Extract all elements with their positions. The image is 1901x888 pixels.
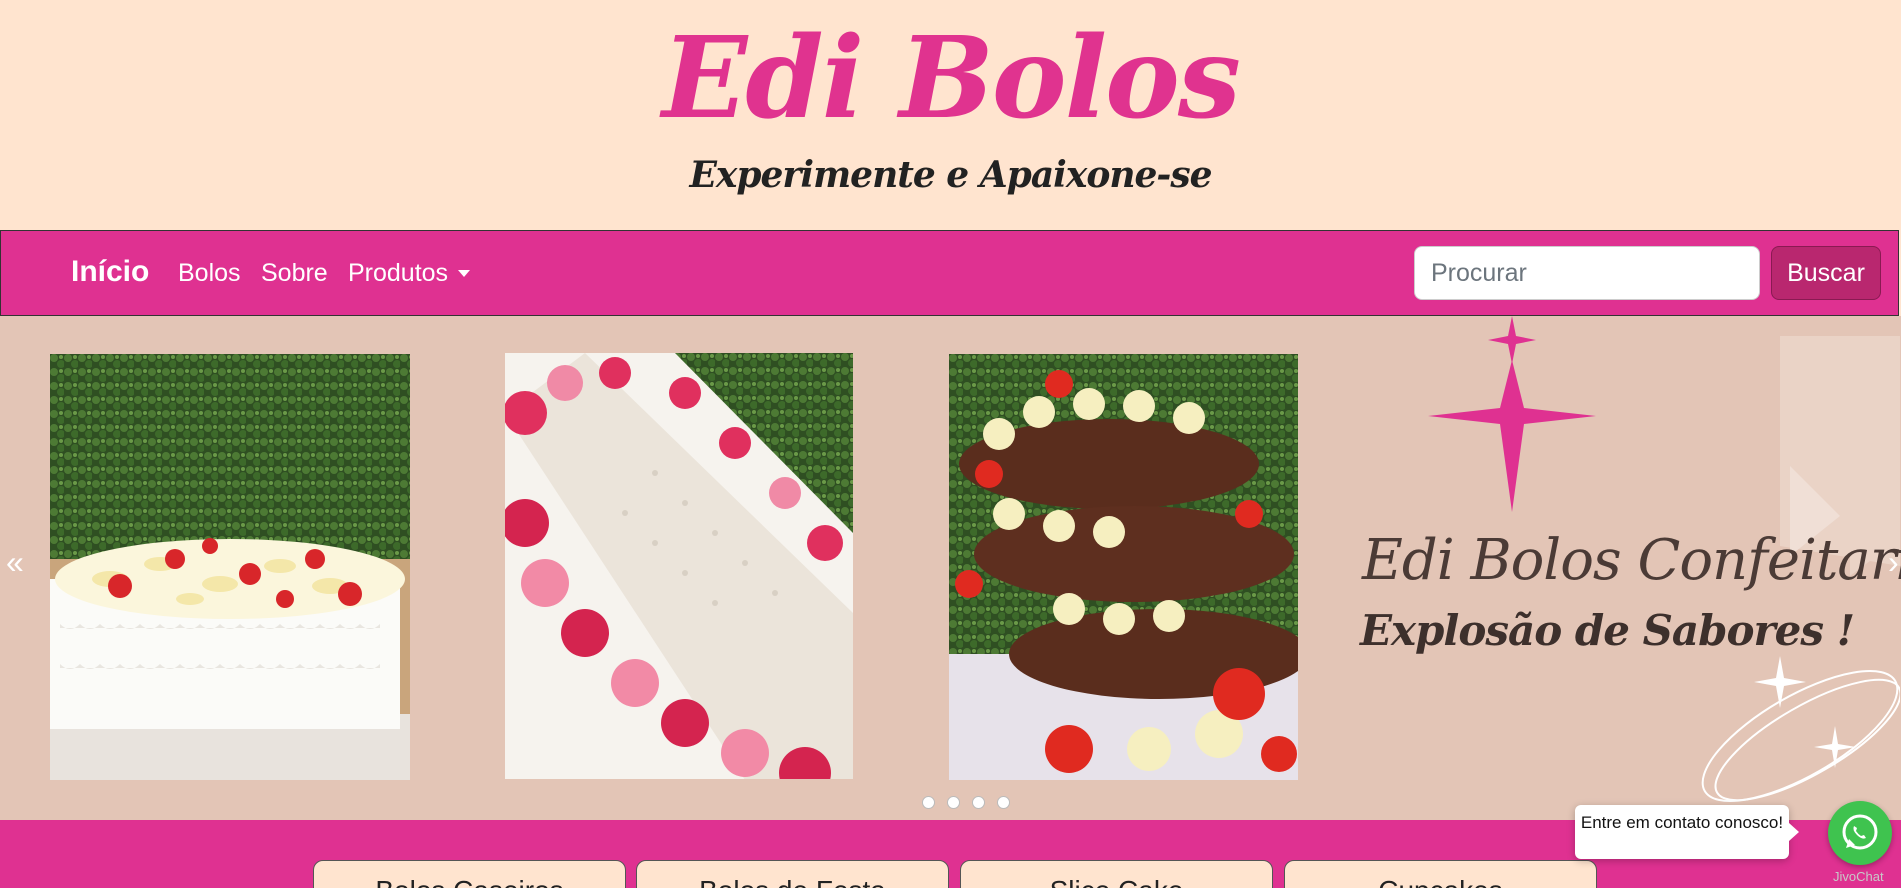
nav-link-sobre[interactable]: Sobre — [261, 259, 328, 288]
whatsapp-chat-button[interactable] — [1828, 801, 1892, 865]
banner-slogan: Explosão de Sabores ! — [1360, 606, 1855, 655]
nav-link-bolos[interactable]: Bolos — [178, 259, 241, 288]
carousel-next-icon[interactable]: › — [1888, 544, 1899, 581]
nav-dropdown-produtos[interactable]: Produtos — [348, 259, 471, 288]
search-button[interactable]: Buscar — [1771, 246, 1881, 300]
site-header: Edi Bolos Experimente e Apaixone-se — [0, 0, 1901, 230]
chevron-down-icon — [458, 270, 471, 277]
nav-home-link[interactable]: Início — [71, 255, 149, 289]
category-button-bolos-festa[interactable]: Bolos de Festa — [636, 860, 949, 888]
category-button-slice-cake[interactable]: Slice Cake — [960, 860, 1273, 888]
carousel-indicator-3[interactable] — [972, 796, 985, 809]
white-strawberry-cake-photo — [50, 354, 410, 780]
carousel-indicator-1[interactable] — [922, 796, 935, 809]
carousel-indicator-2[interactable] — [947, 796, 960, 809]
chat-bubble[interactable]: Entre em contato conosco! — [1575, 805, 1799, 859]
brand-logo-title[interactable]: Edi Bolos — [0, 14, 1901, 144]
carousel-prev-icon[interactable]: « — [6, 544, 24, 581]
main-navbar: Início Bolos Sobre Produtos Buscar — [0, 230, 1899, 316]
nav-dropdown-label: Produtos — [348, 259, 449, 287]
category-button-bolos-caseiros[interactable]: Bolos Caseiros — [313, 860, 626, 888]
carousel-indicator-4[interactable] — [997, 796, 1010, 809]
brand-tagline: Experimente e Apaixone-se — [689, 154, 1212, 196]
pink-rose-cake-photo — [505, 353, 853, 779]
hero-carousel: Edi Bolos Confeitaria Explosão de Sabore… — [0, 316, 1901, 820]
category-button-cupcakes[interactable]: Cupcakes — [1284, 860, 1597, 888]
banner-shop-name: Edi Bolos Confeitaria — [1362, 528, 1901, 593]
chocolate-naked-cake-photo — [949, 354, 1298, 780]
whatsapp-icon — [1842, 814, 1878, 850]
jivochat-label: JivoChat — [1833, 869, 1884, 884]
search-input[interactable] — [1414, 246, 1760, 300]
